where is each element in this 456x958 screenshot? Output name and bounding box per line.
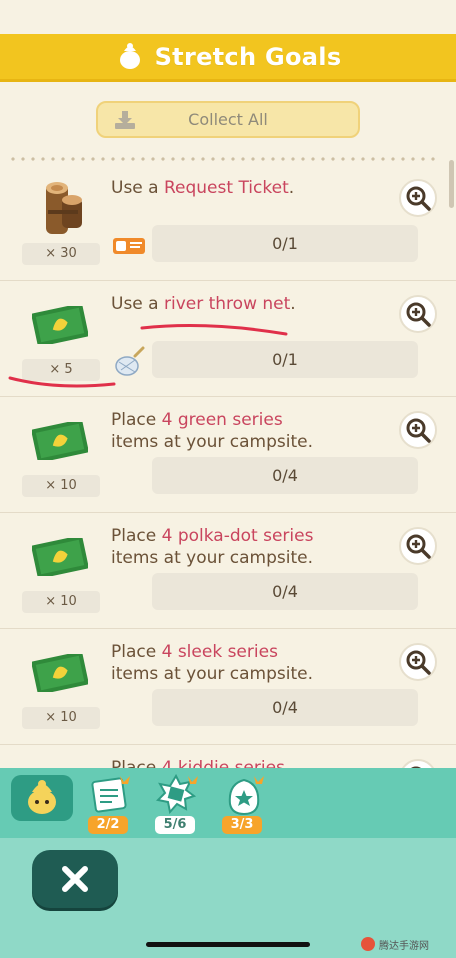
goal-text-suffix: . <box>288 178 295 198</box>
watermark-text: 腾达手游网 <box>379 940 429 952</box>
reward-quantity: × 30 <box>22 243 100 265</box>
tab-tickets[interactable] <box>150 773 202 820</box>
tab-star-bag[interactable] <box>220 774 268 820</box>
goal-row: × 10 Place 4 sleek series items at your c… <box>0 629 456 745</box>
isabelle-icon <box>28 780 56 814</box>
tab-calendar[interactable] <box>86 774 134 818</box>
leaf-ticket-icon <box>24 295 96 355</box>
top-strip <box>0 0 456 34</box>
goal-highlight: river throw net <box>163 294 291 314</box>
magnify-plus-icon <box>406 534 431 559</box>
goal-row: × 10 Place 4 polka-dot series items at yo… <box>0 513 456 629</box>
close-button[interactable] <box>32 850 118 908</box>
reward-quantity: × 10 <box>22 475 100 497</box>
goal-description: Place 4 green series items at your campsi… <box>111 409 401 453</box>
reward-quantity: × 10 <box>22 591 100 613</box>
isabelle-icon <box>119 42 140 69</box>
magnify-plus-icon <box>406 418 431 443</box>
reward-quantity: × 10 <box>22 707 100 729</box>
tab-progress-badge: 2/2 <box>88 816 128 834</box>
zoom-button[interactable] <box>399 179 437 217</box>
close-icon <box>62 866 88 892</box>
progress-bar: 0/4 <box>152 573 418 610</box>
download-icon <box>115 111 135 129</box>
goal-row: × 10 Place 4 green series items at your c… <box>0 397 456 513</box>
dotted-divider <box>8 157 438 161</box>
goal-text-prefix: Place <box>111 410 162 430</box>
goal-highlight: 4 sleek series <box>161 642 278 662</box>
page-title: Stretch Goals <box>154 42 342 71</box>
progress-bar: 0/4 <box>152 457 418 494</box>
goal-text-prefix: Use a <box>111 294 164 314</box>
red-underline-annotation <box>8 376 116 388</box>
goal-highlight: 4 green series <box>161 410 283 430</box>
bottom-panel: 腾达手游网 <box>0 838 456 958</box>
leaf-ticket-icon <box>24 527 96 587</box>
watermark: 腾达手游网 <box>360 934 450 954</box>
goal-highlight: Request Ticket <box>163 178 289 198</box>
goal-text-prefix: Place <box>111 526 162 546</box>
tickets-icon <box>155 773 198 815</box>
goal-description: Use a river throw net. <box>111 293 401 315</box>
goal-text-suffix: . <box>290 294 296 314</box>
leaf-ticket-icon <box>24 643 96 703</box>
magnify-plus-icon <box>406 302 431 327</box>
progress-bar: 0/1 <box>152 225 418 262</box>
collect-all-button[interactable]: Collect All <box>96 101 360 138</box>
home-indicator[interactable] <box>146 942 310 947</box>
progress-bar: 0/4 <box>152 689 418 726</box>
calendar-checklist-icon <box>91 776 130 813</box>
progress-bar: 0/1 <box>152 341 418 378</box>
goal-text-line2: items at your campsite. <box>111 548 314 568</box>
goal-text-prefix: Place <box>111 642 162 662</box>
red-underline-annotation <box>140 324 288 336</box>
goal-description: Place 4 polka-dot series items at your ca… <box>111 525 401 569</box>
goal-text-line2: items at your campsite. <box>111 432 314 452</box>
leaf-ticket-icon <box>24 411 96 471</box>
zoom-button[interactable] <box>399 527 437 565</box>
goal-description: Place 4 sleek series items at your campsi… <box>111 641 401 685</box>
goal-list[interactable]: × 30 Use a Request Ticket. 0/1 × 5 Use a… <box>0 165 456 770</box>
goal-row: Place 4 kiddie series <box>0 745 456 770</box>
goal-highlight: 4 polka-dot series <box>161 526 314 546</box>
zoom-button[interactable] <box>399 295 437 333</box>
zoom-button[interactable] <box>399 411 437 449</box>
header-bar: Stretch Goals <box>0 34 456 82</box>
goal-row: × 30 Use a Request Ticket. 0/1 <box>0 165 456 281</box>
collect-all-label: Collect All <box>188 110 268 129</box>
magnify-plus-icon <box>406 650 431 675</box>
tab-progress-badge: 3/3 <box>222 816 262 834</box>
zoom-button[interactable] <box>399 643 437 681</box>
tab-bar: 2/2 5/6 3/3 <box>0 768 456 838</box>
watermark-logo-icon <box>361 937 375 951</box>
magnify-plus-icon <box>406 186 431 211</box>
goal-text-line2: items at your campsite. <box>111 664 314 684</box>
wood-log-icon <box>24 179 96 239</box>
tab-progress-badge: 5/6 <box>155 816 195 834</box>
goal-description: Use a Request Ticket. <box>111 177 401 199</box>
request-ticket-icon <box>111 231 147 261</box>
goal-text-prefix: Use a <box>111 178 164 198</box>
tab-isabelle[interactable] <box>11 775 73 821</box>
star-bag-icon <box>228 776 264 816</box>
